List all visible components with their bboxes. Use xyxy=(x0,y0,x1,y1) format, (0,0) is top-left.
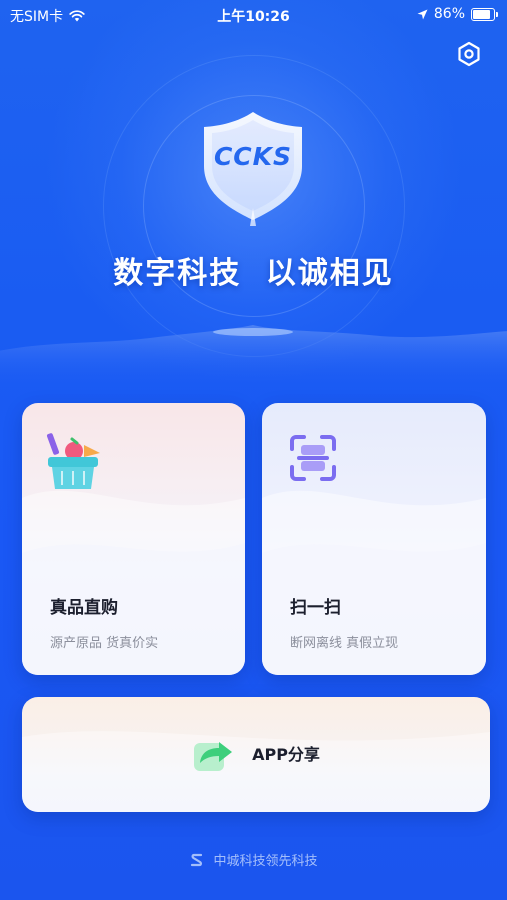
card-subtitle: 断网离线 真假立现 xyxy=(290,636,399,651)
shopping-basket-icon xyxy=(46,433,100,489)
app-logo: CCKS xyxy=(198,108,308,228)
share-label: APP分享 xyxy=(252,745,320,764)
settings-hexagon-icon[interactable] xyxy=(455,40,483,68)
logo-text: CCKS xyxy=(213,142,293,171)
genuine-purchase-card[interactable]: 真品直购 源产原品 货真价实 xyxy=(22,403,245,675)
slogan-part-2: 以诚相见 xyxy=(265,256,394,291)
background-mountains xyxy=(0,325,507,390)
footer: 中城科技领先科技 xyxy=(0,850,507,869)
scan-icon xyxy=(290,435,336,481)
scan-card[interactable]: 扫一扫 断网离线 真假立现 xyxy=(262,403,486,675)
slogan-part-1: 数字科技 xyxy=(113,256,242,291)
battery-icon xyxy=(471,7,498,21)
share-icon xyxy=(194,742,233,771)
company-logo-icon xyxy=(191,853,203,866)
card-subtitle: 源产原品 货真价实 xyxy=(50,636,159,651)
footer-text: 中城科技领先科技 xyxy=(213,854,318,869)
status-bar: 无SIM卡 上午10:26 86% xyxy=(0,0,507,28)
share-button[interactable]: APP分享 xyxy=(22,733,490,773)
slogan: 数字科技 以诚相见 xyxy=(0,248,507,292)
battery-percent: 86% xyxy=(433,6,465,22)
app-share-card[interactable]: APP分享 xyxy=(22,697,490,812)
card-title: 扫一扫 xyxy=(290,598,341,618)
app-screen: 无SIM卡 上午10:26 86% CCKS 数字科技 以诚相见 真品直购 源产… xyxy=(0,0,507,900)
location-arrow-icon xyxy=(417,9,428,19)
card-title: 真品直购 xyxy=(50,598,118,618)
